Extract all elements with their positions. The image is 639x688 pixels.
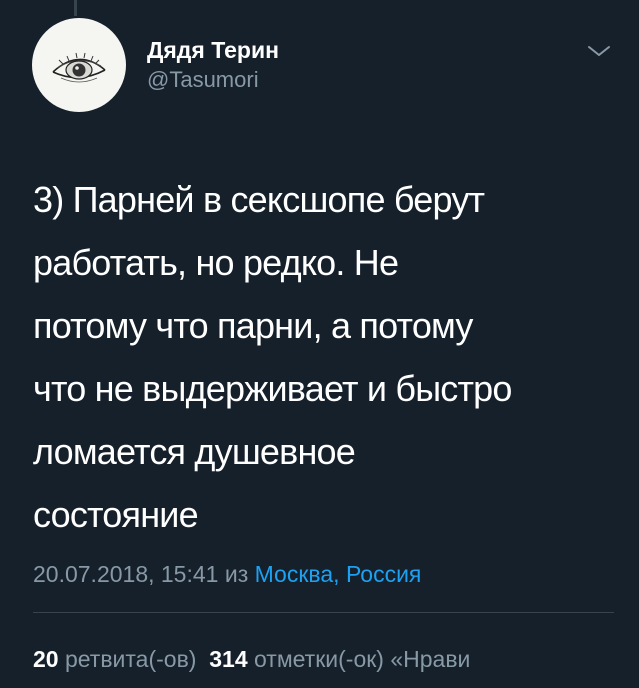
tweet-timestamp[interactable]: 20.07.2018, 15:41 <box>33 561 218 587</box>
author-handle[interactable]: @Tasumori <box>147 67 279 93</box>
author-display-name[interactable]: Дядя Терин <box>147 36 279 64</box>
tweet-detail-page: Дядя Терин @Tasumori 3) Парней в сексшоп… <box>0 0 639 688</box>
avatar[interactable] <box>32 18 126 112</box>
likes-count: 314 <box>209 646 248 672</box>
thread-connector-line <box>74 0 77 16</box>
tweet-meta: 20.07.2018, 15:41 из Москва, Россия <box>33 559 421 589</box>
tweet-text-line: работать, но редко. Не <box>33 242 399 283</box>
tweet-text-line: что не выдерживает и быстро <box>33 368 512 409</box>
tweet-text: 3) Парней в сексшопе берут работать, но … <box>33 168 623 546</box>
retweets-count: 20 <box>33 646 59 672</box>
quotes-label[interactable]: «Нрави <box>390 646 470 672</box>
retweets-label: ретвита(-ов) <box>64 646 197 672</box>
from-label: из <box>224 561 249 587</box>
eye-sketch-icon <box>52 52 106 83</box>
tweet-stats: 20 ретвита(-ов) 314 отметки(-ок) «Нрави <box>33 644 470 674</box>
tweet-text-line: ломается душевное <box>33 431 356 472</box>
likes-stat[interactable]: 314 отметки(-ок) <box>209 646 384 672</box>
tweet-text-line: потому что парни, а потому <box>33 305 473 346</box>
tweet-text-line: 3) Парней в сексшопе берут <box>33 179 485 220</box>
chevron-down-icon[interactable] <box>586 42 612 60</box>
tweet-author[interactable]: Дядя Терин @Tasumori <box>147 36 279 93</box>
likes-label: отметки(-ок) <box>254 646 384 672</box>
tweet-text-line: состояние <box>33 494 199 535</box>
retweets-stat[interactable]: 20 ретвита(-ов) <box>33 646 196 672</box>
divider <box>33 612 614 613</box>
location-link[interactable]: Москва, Россия <box>255 561 422 587</box>
